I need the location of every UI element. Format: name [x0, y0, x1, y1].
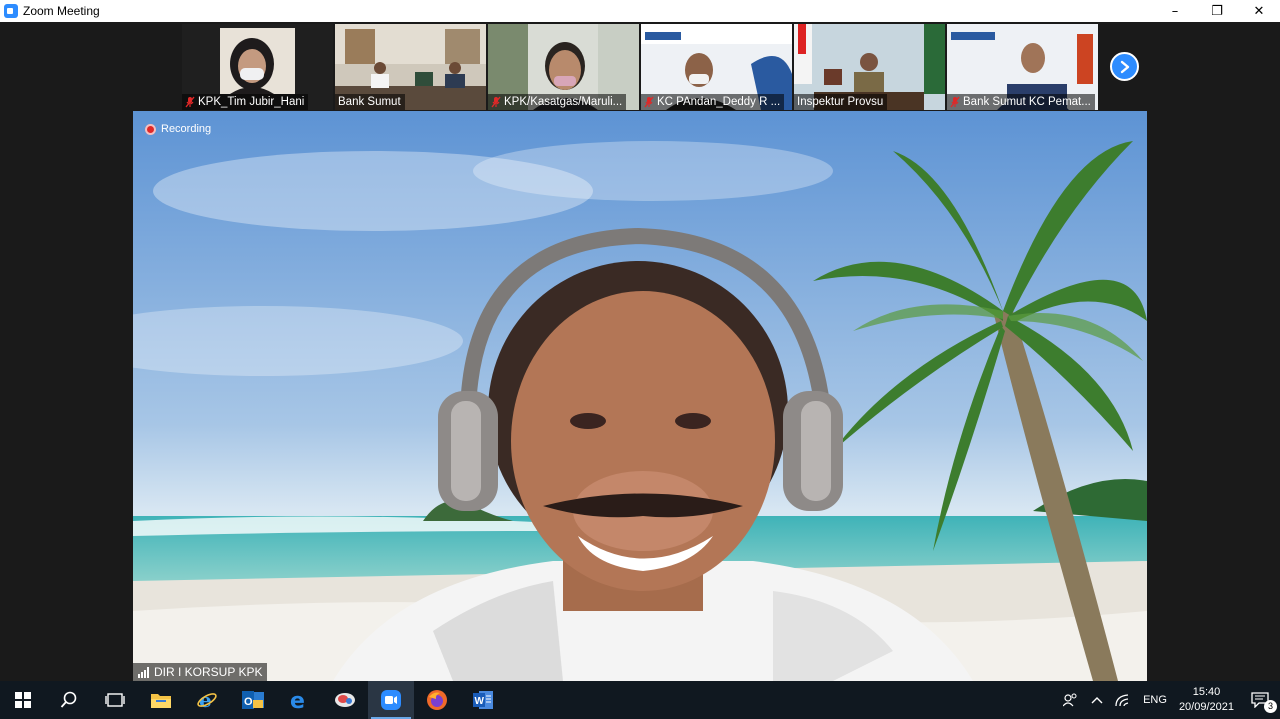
- participant-name: Inspektur Provsu: [797, 96, 884, 108]
- participant-label: Inspektur Provsu: [794, 94, 888, 110]
- taskbar-firefox[interactable]: [414, 681, 460, 719]
- snipping-icon: [335, 693, 355, 707]
- taskbar-internet-explorer[interactable]: e: [184, 681, 230, 719]
- restore-button[interactable]: ❐: [1196, 0, 1238, 22]
- firefox-icon: [427, 690, 447, 710]
- wifi-icon: [1115, 694, 1129, 707]
- chevron-right-icon: [1120, 60, 1129, 73]
- participant-name: KC PAndan_Deddy R ...: [657, 96, 781, 108]
- task-view-icon: [105, 693, 125, 707]
- speaker-video-frame: [133, 111, 1147, 681]
- svg-text:e: e: [290, 689, 305, 711]
- edge-icon: e: [290, 689, 305, 711]
- participant-strip: KPK_Tim Jubir_Hani Bank Sumut KPK/Kasatg…: [182, 24, 1098, 110]
- people-button[interactable]: [1057, 681, 1085, 719]
- taskbar-outlook[interactable]: O: [230, 681, 276, 719]
- internet-explorer-icon: e: [197, 689, 217, 711]
- zoom-app-icon: [4, 4, 18, 18]
- word-icon: W: [473, 691, 493, 709]
- participant-label: KC PAndan_Deddy R ...: [641, 94, 785, 110]
- taskbar-snipping[interactable]: [322, 681, 368, 719]
- participant-thumbnail[interactable]: Bank Sumut KC Pemat...: [947, 24, 1098, 110]
- system-tray: ENG 15:40 20/09/2021 3: [1057, 681, 1280, 719]
- next-page-button[interactable]: [1110, 52, 1139, 81]
- recording-indicator[interactable]: Recording: [145, 123, 211, 135]
- close-button[interactable]: ✕: [1238, 0, 1280, 22]
- show-hidden-icons-button[interactable]: [1085, 681, 1109, 719]
- participant-label: Bank Sumut KC Pemat...: [947, 94, 1095, 110]
- meeting-area: KPK_Tim Jubir_Hani Bank Sumut KPK/Kasatg…: [0, 22, 1280, 681]
- system-clock[interactable]: 15:40 20/09/2021: [1173, 681, 1240, 719]
- participant-label: KPK_Tim Jubir_Hani: [182, 94, 309, 110]
- file-explorer-icon: [151, 694, 171, 708]
- microphone-muted-icon: [644, 96, 654, 108]
- window-titlebar: Zoom Meeting – ❐ ✕: [0, 0, 1280, 22]
- microphone-muted-icon: [950, 96, 960, 108]
- windows-start-icon: [15, 692, 31, 708]
- window-title: Zoom Meeting: [23, 4, 100, 18]
- taskbar-word[interactable]: W: [460, 681, 506, 719]
- svg-text:W: W: [475, 696, 485, 707]
- participant-thumbnail[interactable]: Inspektur Provsu: [794, 24, 945, 110]
- notification-count-badge: 3: [1264, 700, 1277, 713]
- clock-time: 15:40: [1192, 686, 1221, 698]
- participant-thumbnail[interactable]: KPK/Kasatgas/Maruli...: [488, 24, 639, 110]
- action-center-button[interactable]: 3: [1240, 681, 1280, 719]
- svg-text:O: O: [244, 696, 253, 708]
- speaker-name-label: DIR I KORSUP KPK: [133, 663, 268, 681]
- active-speaker-video[interactable]: Recording DIR I KORSUP KPK: [133, 111, 1147, 681]
- outlook-icon: O: [242, 691, 264, 709]
- participant-label: KPK/Kasatgas/Maruli...: [488, 94, 627, 110]
- input-language[interactable]: ENG: [1137, 681, 1173, 719]
- network-button[interactable]: [1109, 681, 1137, 719]
- task-view-button[interactable]: [92, 681, 138, 719]
- participant-name: KPK_Tim Jubir_Hani: [198, 96, 305, 108]
- search-icon: [60, 691, 77, 708]
- chevron-up-icon: [1091, 697, 1103, 704]
- windows-taskbar: e O e W ENG 15:40 20/09/2021 3: [0, 681, 1280, 719]
- participant-name: Bank Sumut: [338, 96, 401, 108]
- participant-thumbnail[interactable]: KPK_Tim Jubir_Hani: [182, 24, 333, 110]
- clock-date: 20/09/2021: [1178, 701, 1234, 713]
- people-icon: [1063, 693, 1077, 707]
- microphone-muted-icon: [491, 96, 501, 108]
- window-controls: – ❐ ✕: [1154, 0, 1280, 22]
- zoom-icon: [381, 690, 401, 710]
- taskbar-zoom[interactable]: [368, 681, 414, 719]
- participant-name: Bank Sumut KC Pemat...: [963, 96, 1091, 108]
- start-button[interactable]: [0, 681, 46, 719]
- search-button[interactable]: [46, 681, 92, 719]
- recording-label: Recording: [161, 123, 212, 135]
- participant-thumbnail[interactable]: KC PAndan_Deddy R ...: [641, 24, 792, 110]
- connection-signal-icon: [138, 666, 149, 678]
- taskbar-file-explorer[interactable]: [138, 681, 184, 719]
- participant-thumbnail[interactable]: Bank Sumut: [335, 24, 486, 110]
- speaker-name: DIR I KORSUP KPK: [154, 665, 263, 679]
- minimize-button[interactable]: –: [1154, 0, 1196, 22]
- participant-name: KPK/Kasatgas/Maruli...: [504, 96, 623, 108]
- microphone-muted-icon: [185, 96, 195, 108]
- taskbar-edge[interactable]: e: [276, 681, 322, 719]
- participant-label: Bank Sumut: [335, 94, 405, 110]
- recording-icon: [145, 123, 156, 135]
